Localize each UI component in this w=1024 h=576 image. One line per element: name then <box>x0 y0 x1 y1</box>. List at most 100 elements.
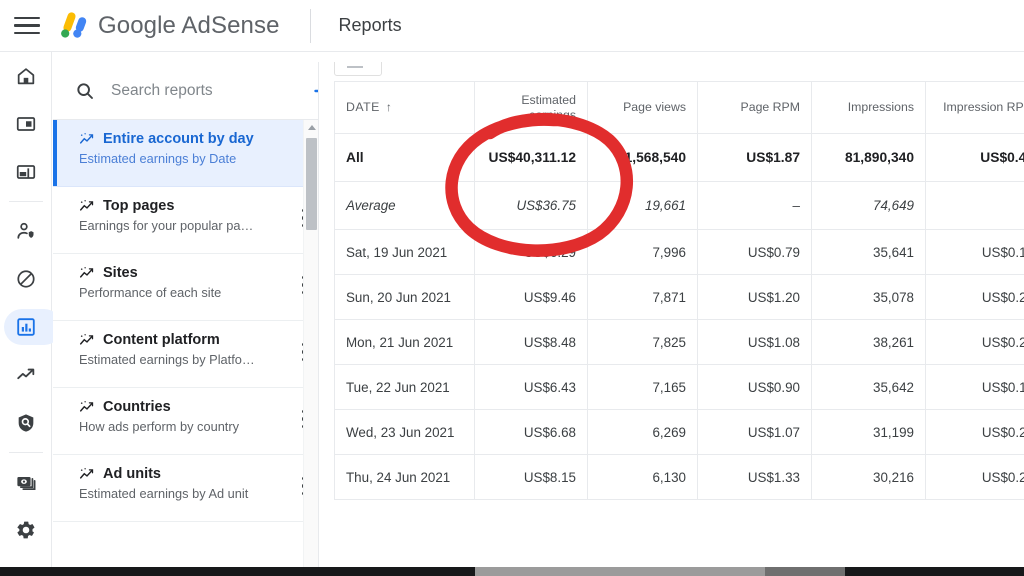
list-item[interactable]: Countries How ads perform by country <box>53 388 318 455</box>
settings-gear-icon <box>16 521 34 539</box>
cell-estimated-earnings: US$6.29 <box>474 229 588 275</box>
scrollbar-thumb[interactable] <box>306 138 317 230</box>
reports-bar-chart-icon <box>16 318 35 336</box>
sidebar-item-privacy-messaging[interactable] <box>0 207 52 255</box>
sidebar-item-settings[interactable] <box>0 506 52 554</box>
reports-list-scrollbar[interactable] <box>303 120 318 576</box>
home-icon <box>17 68 34 85</box>
sparkline-report-icon <box>79 333 94 345</box>
list-item-title: Ad units <box>103 466 161 482</box>
list-item-subtitle: Estimated earnings by Ad unit <box>79 486 249 501</box>
cell-page-rpm: US$1.07 <box>697 409 812 455</box>
sparkline-report-icon <box>79 199 94 211</box>
column-header-date[interactable]: DATE ↑ <box>334 81 475 134</box>
list-item-subtitle: Estimated earnings by Date <box>79 151 237 166</box>
scrollbar-thumb-horizontal[interactable] <box>475 567 765 576</box>
list-item[interactable]: Top pages Earnings for your popular pa… <box>53 187 318 254</box>
cell-date: Tue, 22 Jun 2021 <box>334 364 475 410</box>
list-item[interactable]: Content platform Estimated earnings by P… <box>53 321 318 388</box>
sparkline-report-icon <box>79 400 94 412</box>
cell-impressions: 35,642 <box>811 364 926 410</box>
adsense-reports-screen: Google AdSense Reports Search reports En… <box>0 0 1024 576</box>
reports-list-panel: Entire account by day Estimated earnings… <box>53 62 319 576</box>
scrollbar-track-segment[interactable] <box>765 567 845 576</box>
page-title: Reports <box>338 15 402 35</box>
sidebar-item-reports[interactable] <box>0 303 62 351</box>
optimization-trend-icon <box>16 368 34 380</box>
cell-estimated-earnings: US$8.15 <box>474 454 588 500</box>
cell-impression-rpm: US$0.27 <box>925 454 1024 500</box>
list-item-subtitle: How ads perform by country <box>79 419 240 434</box>
sparkline-report-icon <box>79 467 94 479</box>
cell-page-views: 21,568,540 <box>587 133 698 182</box>
arrow-up-icon: ↑ <box>385 100 393 114</box>
cell-estimated-earnings: US$9.46 <box>474 274 588 320</box>
cell-impressions: 38,261 <box>811 319 926 365</box>
cell-date: Sun, 20 Jun 2021 <box>334 274 475 320</box>
column-header-impression-rpm[interactable]: Impression RPM <box>925 81 1024 134</box>
search-icon <box>77 82 93 99</box>
scroll-up-arrow-icon[interactable] <box>304 120 318 134</box>
column-header-page-rpm[interactable]: Page RPM <box>697 81 812 134</box>
cell-page-views: 7,825 <box>587 319 698 365</box>
table-row: Tue, 22 Jun 2021 US$6.43 7,165 US$0.90 3… <box>334 364 1024 410</box>
cell-page-rpm: US$0.90 <box>697 364 812 410</box>
cell-page-views: 7,165 <box>587 364 698 410</box>
list-item[interactable]: Entire account by day Estimated earnings… <box>53 120 318 187</box>
cell-impression-rpm: US$0.21 <box>925 409 1024 455</box>
cell-estimated-earnings: US$6.43 <box>474 364 588 410</box>
rail-divider <box>8 201 43 202</box>
column-header-date-label: DATE <box>346 100 380 114</box>
privacy-messaging-icon <box>16 222 34 239</box>
list-item[interactable]: Ad units Estimated earnings by Ad unit <box>53 455 318 522</box>
search-input[interactable] <box>111 81 311 100</box>
sidebar-item-home[interactable] <box>0 52 52 100</box>
cell-page-rpm: US$1.08 <box>697 319 812 365</box>
sidebar-item-blocking-controls[interactable] <box>0 255 52 303</box>
sidebar-item-layout[interactable] <box>0 148 52 196</box>
list-item-title: Sites <box>103 265 138 281</box>
column-header-impressions[interactable]: Impressions <box>811 81 926 134</box>
cell-page-views: 6,269 <box>587 409 698 455</box>
hamburger-menu-icon[interactable] <box>14 16 40 35</box>
cell-page-views: 6,130 <box>587 454 698 500</box>
table-row-total: All US$40,311.12 21,568,540 US$1.87 81,8… <box>334 133 1024 182</box>
sidebar-item-ads[interactable] <box>0 100 52 148</box>
payments-money-icon <box>16 477 35 491</box>
cell-impressions: 74,649 <box>811 181 926 230</box>
cell-date: Sat, 19 Jun 2021 <box>334 229 475 275</box>
list-item-subtitle: Earnings for your popular pa… <box>79 218 254 233</box>
list-item-title: Countries <box>103 399 171 415</box>
list-item-title: Entire account by day <box>103 131 254 147</box>
cell-date: Mon, 21 Jun 2021 <box>334 319 475 365</box>
table-row: Wed, 23 Jun 2021 US$6.68 6,269 US$1.07 3… <box>334 409 1024 455</box>
cell-impressions: 31,199 <box>811 409 926 455</box>
sparkline-report-icon <box>79 266 94 278</box>
ads-icon <box>16 117 35 131</box>
sparkline-report-icon <box>79 132 94 144</box>
google-adsense-logo-icon <box>56 9 90 43</box>
cell-impression-rpm: US$0.22 <box>925 319 1024 365</box>
cell-page-rpm: US$0.79 <box>697 229 812 275</box>
list-item[interactable]: Sites Performance of each site <box>53 254 318 321</box>
report-table-container: DATE ↑ Estimated earnings Page views Page… <box>324 62 1024 576</box>
left-icon-rail <box>0 52 62 576</box>
cell-page-rpm: US$1.87 <box>697 133 812 182</box>
report-data-table: DATE ↑ Estimated earnings Page views Page… <box>334 81 1024 500</box>
list-item-title: Content platform <box>103 332 220 348</box>
table-toolbar-chip[interactable] <box>334 62 382 76</box>
column-header-estimated-earnings[interactable]: Estimated earnings <box>474 81 588 134</box>
plus-icon[interactable] <box>311 79 319 103</box>
search-reports-row <box>53 62 318 120</box>
bottom-scrollbar-strip[interactable] <box>0 567 1024 576</box>
column-header-page-views[interactable]: Page views <box>587 81 698 134</box>
table-row: Sat, 19 Jun 2021 US$6.29 7,996 US$0.79 3… <box>334 229 1024 275</box>
cell-impression-rpm: US$0.18 <box>925 364 1024 410</box>
table-row: Thu, 24 Jun 2021 US$8.15 6,130 US$1.33 3… <box>334 454 1024 500</box>
sidebar-item-policy-center[interactable] <box>0 399 52 447</box>
sidebar-item-optimization[interactable] <box>0 351 52 399</box>
sidebar-item-payments[interactable] <box>0 458 52 506</box>
policy-center-shield-icon <box>18 414 33 432</box>
cell-estimated-earnings: US$8.48 <box>474 319 588 365</box>
cell-impression-rpm: – <box>925 181 1024 230</box>
